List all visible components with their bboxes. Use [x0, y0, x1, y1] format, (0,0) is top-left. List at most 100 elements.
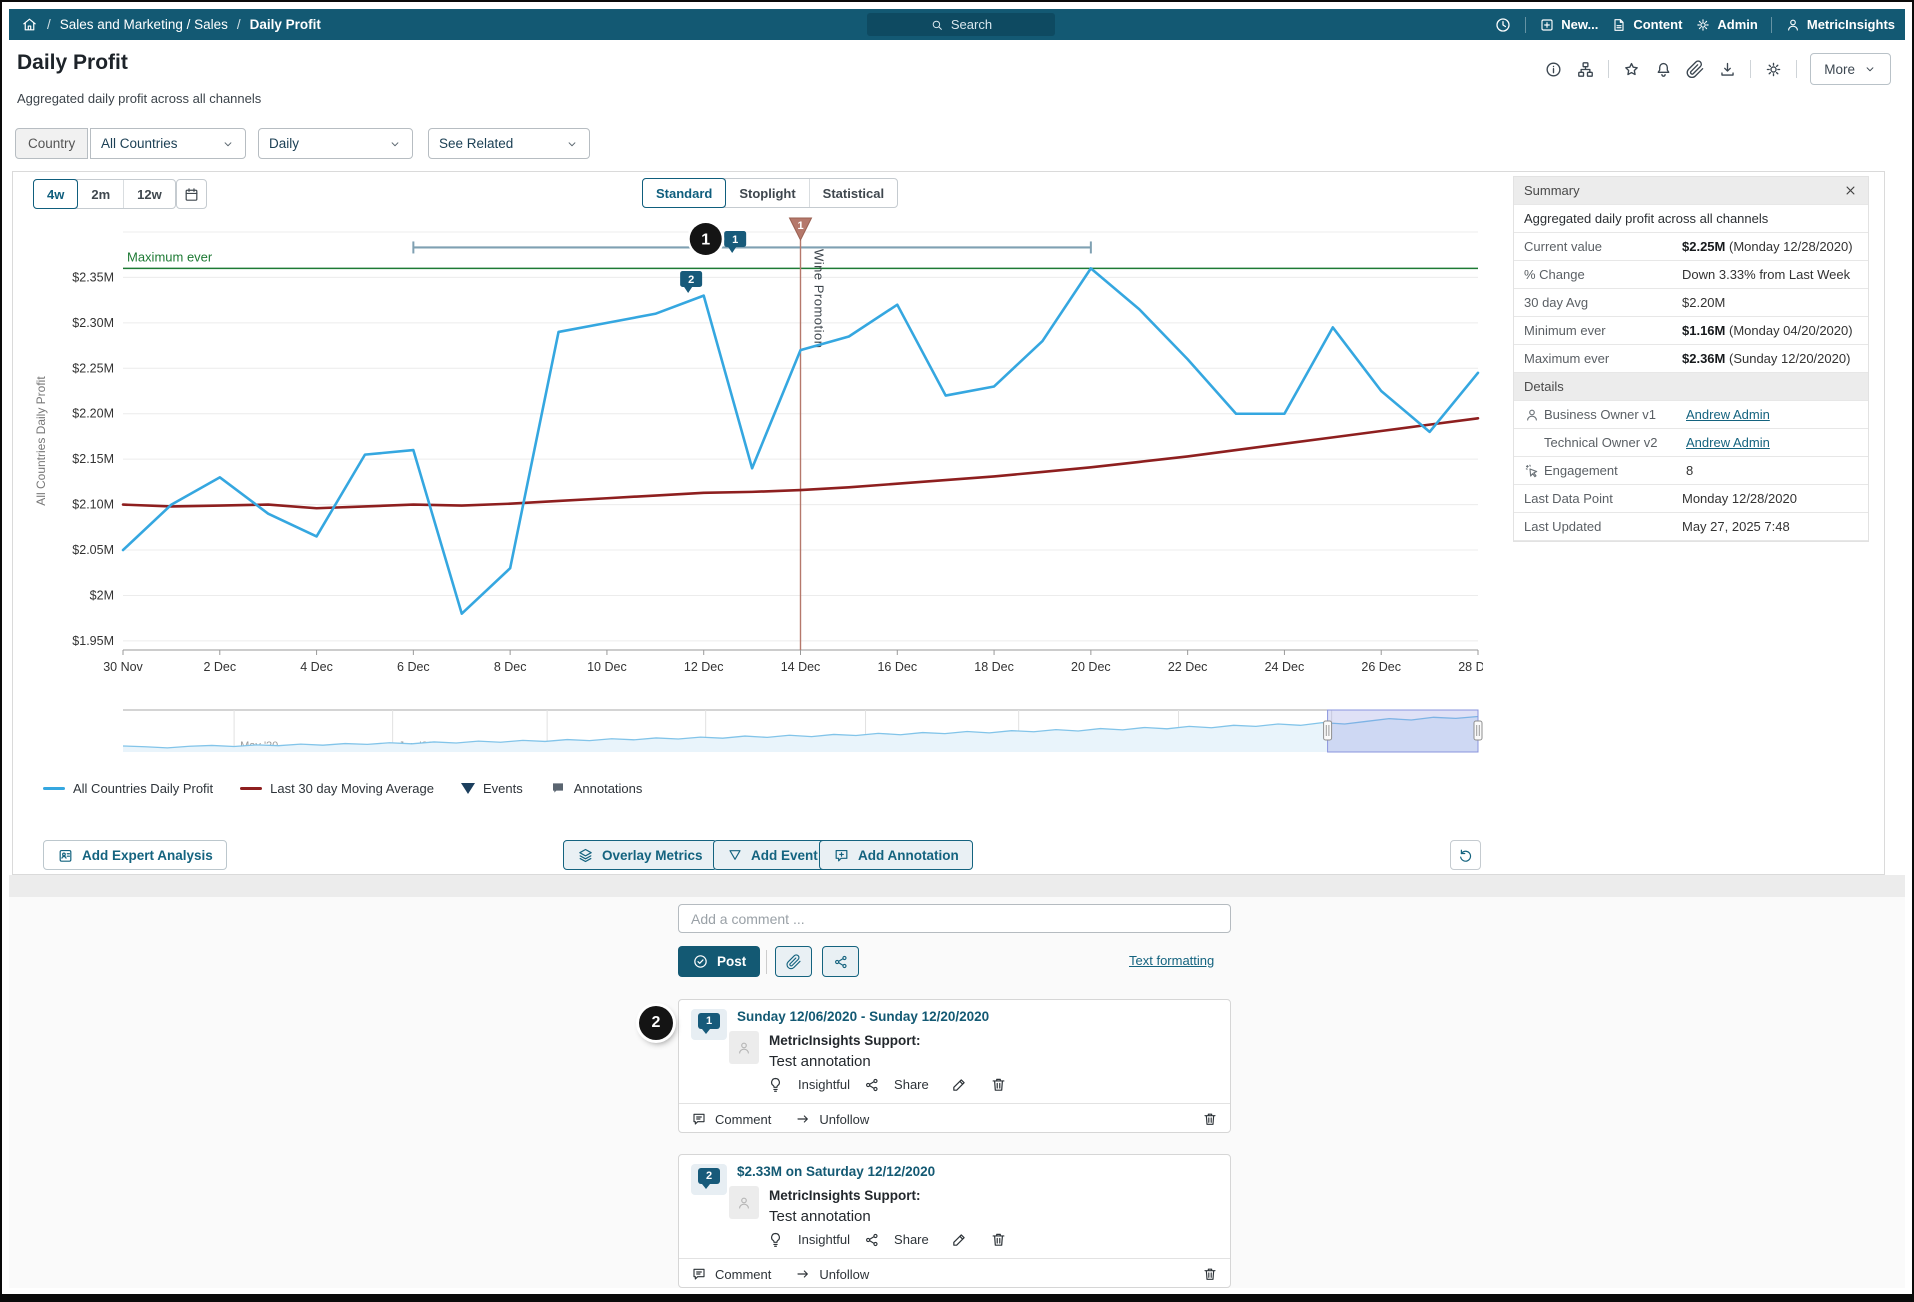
post-button[interactable]: Post	[678, 946, 760, 977]
callout-1: 1	[687, 221, 724, 258]
svg-text:22 Dec: 22 Dec	[1168, 660, 1208, 674]
insightful-button[interactable]: Insightful	[798, 1232, 850, 1247]
summary-header-label: Summary	[1524, 183, 1580, 198]
annotation-actions: Insightful Share	[767, 1076, 1007, 1093]
summary-value: $2.20M	[1682, 295, 1725, 310]
country-filter-select[interactable]: All Countries	[90, 128, 246, 159]
pencil-edit-icon[interactable]	[951, 1231, 968, 1248]
navigator-chart[interactable]: May '20Jun '20Jul '20Aug '20Sep '20Oct '…	[23, 708, 1483, 760]
share-button[interactable]: Share	[894, 1232, 929, 1247]
details-row: Business Owner v1 Andrew Admin	[1514, 401, 1868, 429]
legend-item-daily-profit[interactable]: All Countries Daily Profit	[43, 781, 213, 796]
summary-row: Maximum ever $2.36M (Sunday 12/20/2020)	[1514, 345, 1868, 373]
share-button[interactable]: Share	[894, 1077, 929, 1092]
add-annotation-button[interactable]: Add Annotation	[819, 840, 973, 870]
overlay-metrics-button[interactable]: Overlay Metrics	[563, 840, 717, 870]
add-event-button[interactable]: Add Event	[713, 840, 832, 870]
info-icon[interactable]	[1544, 60, 1563, 79]
divider	[1608, 60, 1609, 78]
chart-annotation-badge[interactable]: 1	[724, 231, 746, 253]
admin-menu[interactable]: Admin	[1695, 17, 1757, 33]
share-icon	[833, 954, 849, 970]
legend-item-events[interactable]: Events	[461, 781, 523, 796]
business-owner-link[interactable]: Andrew Admin	[1686, 407, 1770, 422]
details-row: Engagement 8	[1514, 457, 1868, 485]
new-label: New...	[1561, 17, 1598, 32]
insightful-button[interactable]: Insightful	[798, 1077, 850, 1092]
annotation-title[interactable]: $2.33M on Saturday 12/12/2020	[737, 1164, 935, 1179]
close-icon[interactable]	[1843, 183, 1858, 198]
home-icon[interactable]	[21, 16, 38, 33]
frequency-select[interactable]: Daily	[258, 128, 413, 159]
text-formatting-link[interactable]: Text formatting	[1129, 953, 1214, 968]
event-label: Wine Promotion	[812, 249, 827, 348]
sitemap-icon[interactable]	[1576, 60, 1595, 79]
reset-zoom-button[interactable]	[1450, 840, 1481, 870]
settings-gear-icon[interactable]	[1764, 60, 1783, 79]
new-menu[interactable]: New...	[1539, 17, 1598, 33]
trash-icon[interactable]	[990, 1231, 1007, 1248]
legend-item-moving-average[interactable]: Last 30 day Moving Average	[240, 781, 434, 796]
share-icon[interactable]	[864, 1232, 880, 1248]
history-icon[interactable]	[1494, 16, 1512, 34]
chart-annotation-badge[interactable]: 2	[680, 271, 702, 293]
summary-description: Aggregated daily profit across all chann…	[1514, 205, 1868, 233]
unfollow-button[interactable]: Unfollow	[819, 1267, 869, 1282]
annotation-title[interactable]: Sunday 12/06/2020 - Sunday 12/20/2020	[737, 1009, 989, 1024]
download-icon[interactable]	[1718, 60, 1737, 79]
attach-file-button[interactable]	[775, 946, 812, 977]
svg-text:26 Dec: 26 Dec	[1361, 660, 1401, 674]
annotation-plus-icon	[833, 847, 850, 864]
content-menu[interactable]: Content	[1611, 17, 1682, 33]
comment-button[interactable]: Comment	[715, 1267, 771, 1282]
summary-row: 30 day Avg $2.20M	[1514, 289, 1868, 317]
svg-text:1: 1	[701, 232, 710, 249]
see-related-select[interactable]: See Related	[428, 128, 590, 159]
breadcrumb-section[interactable]: Sales and Marketing / Sales	[60, 17, 228, 32]
svg-text:$2.05M: $2.05M	[72, 543, 114, 557]
user-menu[interactable]: MetricInsights	[1785, 17, 1895, 33]
navigator-handle[interactable]	[1324, 721, 1332, 740]
comment-input[interactable]	[678, 904, 1231, 933]
comment-button[interactable]: Comment	[715, 1112, 771, 1127]
notifications-bell-icon[interactable]	[1654, 60, 1673, 79]
main-chart[interactable]: $1.95M$2M$2.05M$2.10M$2.15M$2.20M$2.25M$…	[23, 203, 1483, 681]
more-button[interactable]: More	[1810, 53, 1891, 85]
trash-icon[interactable]	[1202, 1111, 1218, 1127]
svg-text:30 Nov: 30 Nov	[103, 660, 143, 674]
svg-text:20 Dec: 20 Dec	[1071, 660, 1111, 674]
svg-text:10 Dec: 10 Dec	[587, 660, 627, 674]
layers-icon	[577, 847, 594, 864]
share-comment-button[interactable]	[822, 946, 859, 977]
range-4w-button[interactable]: 4w	[33, 179, 78, 209]
attachment-paperclip-icon[interactable]	[1686, 60, 1705, 79]
svg-text:$2.30M: $2.30M	[72, 316, 114, 330]
pencil-edit-icon[interactable]	[951, 1076, 968, 1093]
arrow-right-icon	[795, 1111, 811, 1127]
lightbulb-icon[interactable]	[767, 1231, 784, 1248]
lightbulb-icon[interactable]	[767, 1076, 784, 1093]
trash-icon[interactable]	[990, 1076, 1007, 1093]
undo-icon	[1457, 847, 1474, 864]
svg-text:1: 1	[732, 234, 738, 246]
technical-owner-link[interactable]: Andrew Admin	[1686, 435, 1770, 450]
trash-icon[interactable]	[1202, 1266, 1218, 1282]
svg-text:12 Dec: 12 Dec	[684, 660, 724, 674]
screenshot-frame: / Sales and Marketing / Sales / Daily Pr…	[0, 0, 1914, 1302]
annotation-text: Test annotation	[769, 1208, 871, 1225]
svg-text:24 Dec: 24 Dec	[1265, 660, 1305, 674]
share-icon[interactable]	[864, 1077, 880, 1093]
navigator-handle[interactable]	[1474, 721, 1482, 740]
favorite-star-icon[interactable]	[1622, 60, 1641, 79]
chart-legend: All Countries Daily Profit Last 30 day M…	[43, 780, 642, 796]
unfollow-button[interactable]: Unfollow	[819, 1112, 869, 1127]
add-expert-analysis-button[interactable]: Add Expert Analysis	[43, 840, 227, 870]
search-input[interactable]: Search	[867, 13, 1055, 36]
legend-item-annotations[interactable]: Annotations	[550, 780, 643, 796]
view-standard-button[interactable]: Standard	[642, 178, 726, 208]
navigator-selection[interactable]	[1328, 710, 1478, 752]
annotation-card: 1 Sunday 12/06/2020 - Sunday 12/20/2020 …	[678, 999, 1231, 1133]
summary-value: $2.25M (Monday 12/28/2020)	[1682, 239, 1853, 254]
annotation-badge-wrap: 2	[691, 1164, 727, 1195]
details-row: Last Updated May 27, 2025 7:48	[1514, 513, 1868, 541]
